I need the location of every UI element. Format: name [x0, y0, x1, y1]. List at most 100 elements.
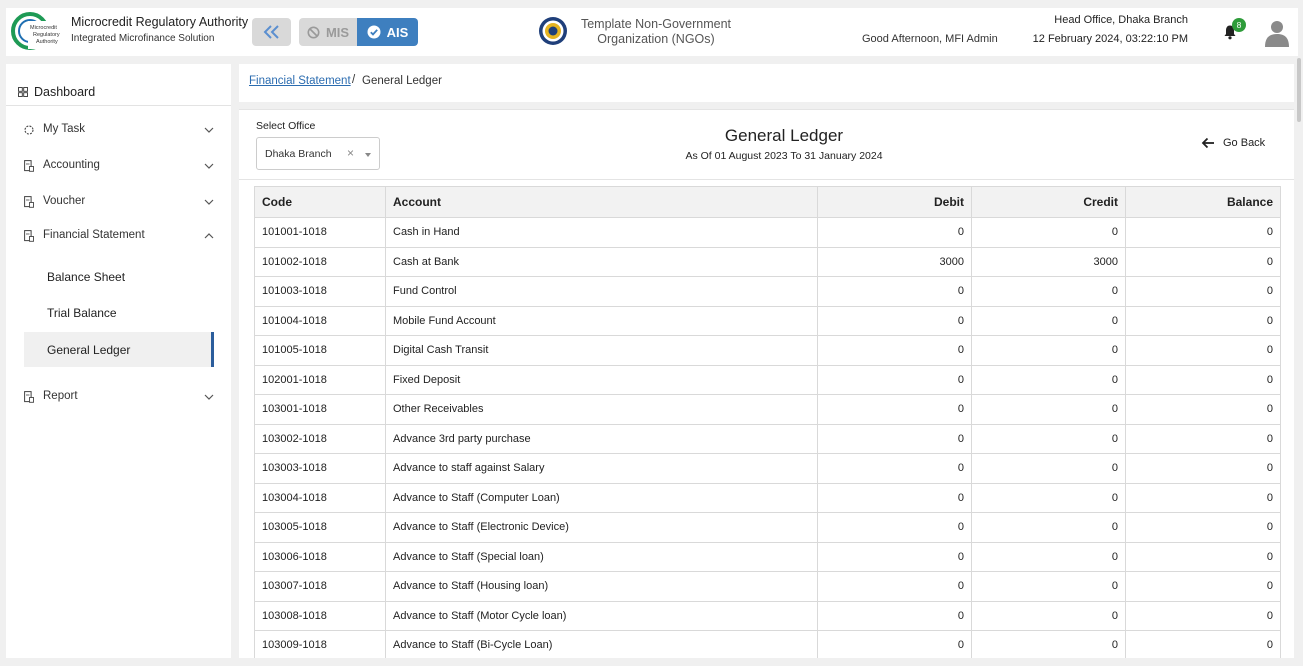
cell-code: 101003-1018 [254, 276, 386, 307]
office-select-value: Dhaka Branch [265, 148, 332, 160]
tenant-name: Template Non-Government Organization (NG… [580, 17, 732, 46]
branch-name: Head Office, Dhaka Branch [1054, 14, 1188, 26]
cell-debit: 0 [817, 482, 972, 513]
breadcrumb-separator: / [352, 74, 356, 86]
sidebar-item-label: Accounting [43, 159, 100, 171]
chevron-up-icon [204, 233, 214, 239]
government-seal-icon [539, 17, 567, 45]
chevron-down-icon [204, 127, 214, 133]
table-row: 103003-1018 Advance to staff against Sala… [254, 453, 1281, 484]
user-avatar-icon[interactable] [1264, 19, 1290, 47]
top-header: Microcredit Regulatory Authority Microcr… [6, 8, 1298, 56]
cell-account: Advance to Staff (Computer Loan) [385, 482, 818, 513]
cell-credit: 0 [971, 541, 1126, 572]
ledger-icon [24, 160, 34, 172]
svg-text:Microcredit: Microcredit [30, 25, 57, 31]
cell-account: Advance to staff against Salary [385, 453, 818, 484]
cell-balance: 0 [1125, 541, 1281, 572]
sidebar-item-label: Voucher [43, 195, 86, 207]
cell-debit: 0 [817, 335, 972, 366]
check-circle-icon [367, 25, 381, 39]
cell-balance: 0 [1125, 246, 1281, 277]
clear-selection-icon[interactable]: × [347, 146, 354, 160]
column-header-credit: Credit [971, 186, 1126, 218]
cell-credit: 0 [971, 364, 1126, 395]
org-subtitle: Integrated Microfinance Solution [71, 33, 215, 44]
cell-account: Digital Cash Transit [385, 335, 818, 366]
cell-debit: 0 [817, 630, 972, 658]
cell-credit: 0 [971, 630, 1126, 658]
table-row: 101002-1018 Cash at Bank 3000 3000 0 [254, 246, 1281, 277]
cell-credit: 0 [971, 217, 1126, 248]
sidebar-item-accounting[interactable]: Accounting [6, 154, 231, 178]
sidebar-item-voucher[interactable]: Voucher [6, 190, 231, 214]
current-datetime: 12 February 2024, 03:22:10 PM [1032, 33, 1188, 45]
cell-balance: 0 [1125, 571, 1281, 602]
sidebar-item-my-task[interactable]: My Task [6, 118, 231, 142]
sidebar-item-financial-statement[interactable]: Financial Statement [6, 224, 231, 248]
table-row: 103008-1018 Advance to Staff (Motor Cycle… [254, 600, 1281, 631]
svg-text:Authority: Authority [36, 39, 58, 45]
cell-balance: 0 [1125, 600, 1281, 631]
cell-balance: 0 [1125, 482, 1281, 513]
cell-debit: 0 [817, 512, 972, 543]
breadcrumb-current: General Ledger [362, 75, 442, 87]
mis-label: MIS [325, 24, 350, 40]
mis-toggle-button[interactable]: MIS [299, 18, 357, 46]
ledger-icon [24, 196, 34, 208]
page-scrollbar[interactable] [1295, 56, 1303, 666]
mra-logo[interactable]: Microcredit Regulatory Authority [10, 11, 66, 51]
cell-credit: 0 [971, 394, 1126, 425]
cell-code: 103006-1018 [254, 541, 386, 572]
svg-text:Regulatory: Regulatory [33, 32, 60, 38]
column-header-debit: Debit [817, 186, 972, 218]
table-row: 103002-1018 Advance 3rd party purchase 0 0 0 [254, 423, 1281, 454]
cell-account: Fund Control [385, 276, 818, 307]
breadcrumb-link-financial-statement[interactable]: Financial Statement [249, 75, 351, 87]
column-header-balance: Balance [1125, 186, 1281, 218]
scrollbar-thumb[interactable] [1297, 58, 1301, 122]
office-select[interactable]: Dhaka Branch × [256, 137, 380, 170]
cell-balance: 0 [1125, 217, 1281, 248]
table-header-row: Code Account Debit Credit Balance [254, 186, 1281, 218]
caret-down-icon[interactable] [365, 153, 371, 157]
sidebar-subitem-label: Balance Sheet [47, 270, 126, 284]
cell-account: Advance to Staff (Bi-Cycle Loan) [385, 630, 818, 658]
cell-balance: 0 [1125, 364, 1281, 395]
cell-code: 103003-1018 [254, 453, 386, 484]
select-office-label: Select Office [256, 120, 316, 132]
cell-debit: 0 [817, 276, 972, 307]
sidebar-collapse-button[interactable] [252, 18, 291, 46]
cell-balance: 0 [1125, 305, 1281, 336]
ledger-icon [24, 391, 34, 403]
sidebar: Dashboard My Task Accounting Voucher Fin… [6, 64, 231, 658]
chevron-down-icon [204, 163, 214, 169]
cell-credit: 0 [971, 305, 1126, 336]
go-back-button[interactable]: Go Back [1201, 136, 1281, 152]
cell-code: 101005-1018 [254, 335, 386, 366]
ais-toggle-button[interactable]: AIS [357, 18, 418, 46]
cell-credit: 0 [971, 423, 1126, 454]
cell-debit: 0 [817, 600, 972, 631]
table-row: 103001-1018 Other Receivables 0 0 0 [254, 394, 1281, 425]
sidebar-subitem-general-ledger[interactable]: General Ledger [24, 332, 214, 367]
table-row: 103007-1018 Advance to Staff (Housing loa… [254, 571, 1281, 602]
grid-icon [18, 87, 28, 97]
arrow-left-icon [1201, 137, 1214, 149]
sidebar-subitem-balance-sheet[interactable]: Balance Sheet [24, 259, 214, 294]
cell-code: 103001-1018 [254, 394, 386, 425]
table-row: 103005-1018 Advance to Staff (Electronic … [254, 512, 1281, 543]
cell-account: Cash in Hand [385, 217, 818, 248]
table-row: 103004-1018 Advance to Staff (Computer Lo… [254, 482, 1281, 513]
ais-label: AIS [386, 24, 409, 40]
sidebar-subitem-trial-balance[interactable]: Trial Balance [24, 295, 214, 330]
notification-badge: 8 [1232, 18, 1246, 32]
sidebar-item-dashboard[interactable]: Dashboard [6, 78, 231, 106]
table-row: 101003-1018 Fund Control 0 0 0 [254, 276, 1281, 307]
sidebar-item-report[interactable]: Report [6, 385, 231, 409]
loader-icon [24, 125, 34, 135]
sidebar-item-label: Report [43, 390, 78, 402]
general-ledger-card: Select Office Dhaka Branch × General Led… [239, 109, 1294, 658]
cell-balance: 0 [1125, 423, 1281, 454]
double-chevron-left-icon [263, 25, 279, 39]
